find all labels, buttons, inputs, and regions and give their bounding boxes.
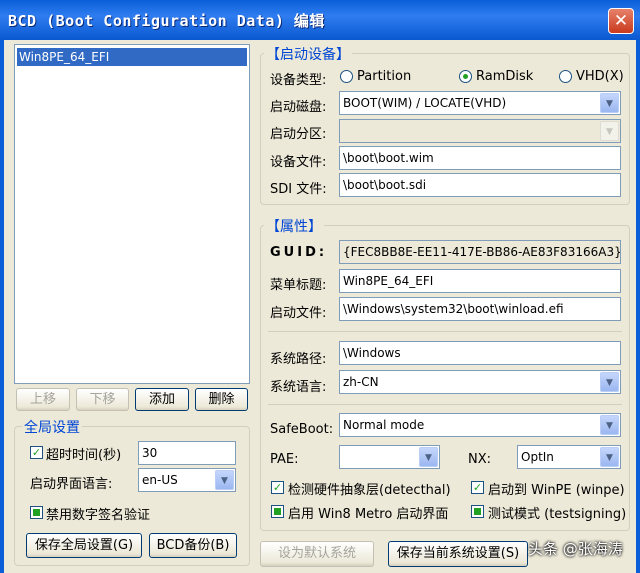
system-path-label: 系统路径: [270,352,327,367]
add-button[interactable]: 添加 [135,388,189,411]
properties-divider [268,331,622,332]
boot-partition-label: 启动分区: [270,127,327,142]
system-language-value: zh-CN [343,375,379,389]
watermark: 头条 @张海涛 [528,540,623,558]
radio-vhd[interactable] [559,70,572,83]
list-item[interactable]: Win8PE_64_EFI [17,48,247,66]
boot-file-label: 启动文件: [270,306,327,321]
radio-ramdisk-label: RamDisk [476,69,534,84]
device-type-label: 设备类型: [270,73,327,88]
boot-ui-language-label: 启动界面语言: [30,477,113,492]
close-button[interactable]: ✕ [608,8,634,34]
system-language-select[interactable]: zh-CN ▼ [339,370,621,394]
device-file-label: 设备文件: [270,155,327,170]
boot-ui-language-select[interactable]: en-US ▼ [138,468,236,492]
safeboot-label: SafeBoot: [270,422,334,437]
testsigning-label: 测试模式 (testsigning) [488,507,627,522]
global-settings-legend: 全局设置 [22,417,82,437]
radio-ramdisk[interactable] [459,70,472,83]
guid-label: GUID: [270,245,328,260]
window-frame-right [636,40,640,573]
menu-title-input[interactable]: Win8PE_64_EFI [339,269,621,293]
boot-entry-list[interactable]: Win8PE_64_EFI [14,44,250,384]
detecthal-checkbox[interactable]: ✓ [271,481,284,494]
save-current-settings-button[interactable]: 保存当前系统设置(S) [388,541,528,567]
sdi-file-label: SDI 文件: [270,182,327,197]
timeout-checkbox[interactable]: ✓ [30,446,43,459]
guid-value: {FEC8BB8E-EE11-417E-BB86-AE83F83166A3} [339,240,621,264]
properties-legend: 【属性】 [264,216,324,236]
winpe-checkbox[interactable]: ✓ [471,481,484,494]
disable-signature-label: 禁用数字签名验证 [46,508,151,523]
save-global-settings-button[interactable]: 保存全局设置(G) [26,533,142,558]
chevron-down-icon[interactable]: ▼ [600,372,619,392]
system-language-label: 系统语言: [270,380,327,395]
properties-divider-2 [268,404,622,405]
chevron-down-icon[interactable]: ▼ [600,93,619,113]
title-bar: BCD (Boot Configuration Data) 编辑 ✕ [0,0,640,40]
delete-button[interactable]: 删除 [195,388,248,411]
chevron-down-icon[interactable]: ▼ [600,447,619,467]
bcd-backup-button[interactable]: BCD备份(B) [149,533,237,558]
chevron-down-icon[interactable]: ▼ [600,415,619,435]
sdi-file-input[interactable]: \boot\boot.sdi [339,173,621,197]
testsigning-checkbox[interactable] [471,505,484,518]
pae-label: PAE: [270,452,299,467]
chevron-down-icon[interactable]: ▼ [419,447,438,467]
menu-title-label: 菜单标题: [270,278,327,293]
metro-label: 启用 Win8 Metro 启动界面 [288,507,449,522]
radio-partition-label: Partition [357,69,412,84]
boot-disk-label: 启动磁盘: [270,100,327,115]
radio-partition[interactable] [340,70,353,83]
safeboot-select[interactable]: Normal mode ▼ [339,413,621,437]
window-title: BCD (Boot Configuration Data) 编辑 [8,12,325,30]
boot-device-legend: 【启动设备】 [264,44,352,64]
move-up-button[interactable]: 上移 [16,388,70,411]
boot-disk-value: BOOT(WIM) / LOCATE(VHD) [343,96,507,110]
chevron-down-icon[interactable]: ▼ [215,470,234,490]
radio-vhd-label: VHD(X) [576,69,624,84]
nx-value: OptIn [521,450,554,464]
pae-select[interactable]: ▼ [339,445,440,469]
move-down-button[interactable]: 下移 [76,388,129,411]
system-path-input[interactable]: \Windows [339,341,621,365]
detecthal-label: 检测硬件抽象层(detecthal) [288,483,451,498]
timeout-label: 超时时间(秒) [46,448,122,463]
boot-ui-language-value: en-US [142,473,178,487]
disable-signature-checkbox[interactable] [30,506,43,519]
winpe-label: 启动到 WinPE (winpe) [488,483,625,498]
window-frame-left [0,40,4,573]
nx-select[interactable]: OptIn ▼ [517,445,621,469]
boot-file-input[interactable]: \Windows\system32\boot\winload.efi [339,297,621,321]
safeboot-value: Normal mode [343,418,425,432]
nx-label: NX: [468,452,492,467]
timeout-input[interactable]: 30 [138,441,236,465]
chevron-down-icon: ▼ [600,121,619,141]
set-default-button[interactable]: 设为默认系统 [260,541,374,567]
device-file-input[interactable]: \boot\boot.wim [339,146,621,170]
close-icon: ✕ [613,11,629,31]
metro-checkbox[interactable] [271,505,284,518]
boot-partition-select[interactable]: ▼ [339,119,621,143]
boot-disk-select[interactable]: BOOT(WIM) / LOCATE(VHD) ▼ [339,91,621,115]
